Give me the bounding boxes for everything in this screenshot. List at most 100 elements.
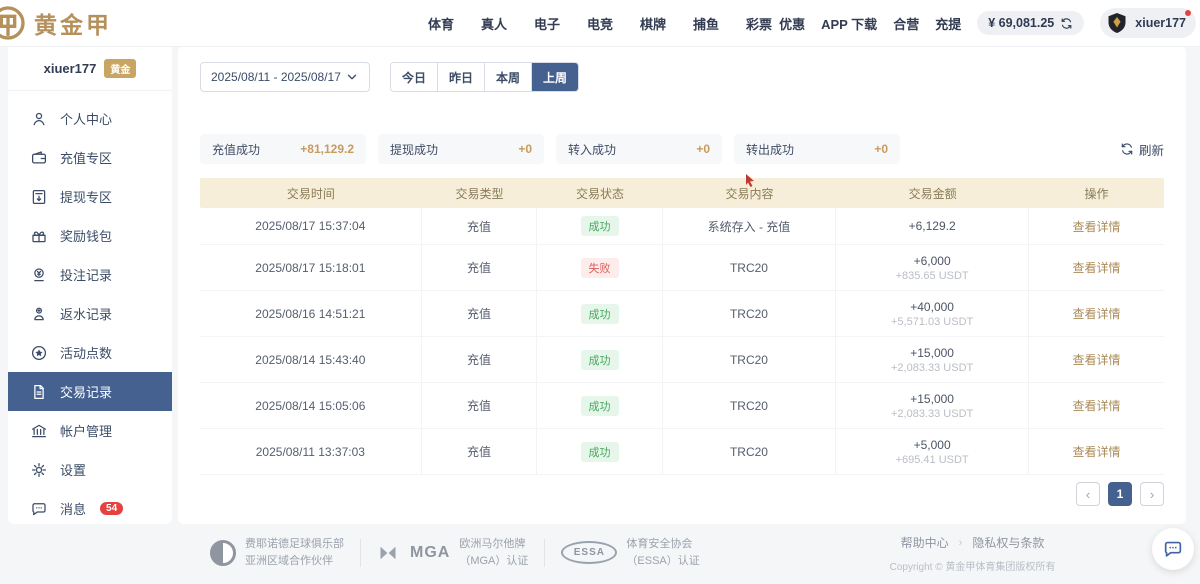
cell-status: 成功 <box>537 337 662 382</box>
view-details-link[interactable]: 查看详情 <box>1072 305 1120 322</box>
certification-text: 欧洲马尔他牌（MGA）认证 <box>459 536 528 569</box>
nav-item[interactable]: 棋牌 <box>640 14 666 33</box>
cell-type: 充值 <box>422 429 538 474</box>
tab-本周[interactable]: 本周 <box>485 63 532 91</box>
nav-item[interactable]: 电竞 <box>587 14 613 33</box>
divider <box>544 539 545 567</box>
summary-card: 转入成功+0 <box>556 134 722 164</box>
view-details-link[interactable]: 查看详情 <box>1072 218 1120 235</box>
divider <box>360 539 361 567</box>
view-details-link[interactable]: 查看详情 <box>1072 351 1120 368</box>
mouse-cursor <box>745 174 755 188</box>
cell-type: 充值 <box>422 245 538 290</box>
cell-action: 查看详情 <box>1029 291 1164 336</box>
nav-item[interactable]: 体育 <box>428 14 454 33</box>
tab-上周[interactable]: 上周 <box>532 63 578 91</box>
main-nav: 体育 真人 电子 电竞 棋牌 捕鱼 彩票 <box>428 0 772 46</box>
cell-amount: +5,000+695.41 USDT <box>836 429 1029 474</box>
quick-link[interactable]: 优惠 <box>779 14 805 33</box>
sidebar-item-label: 充值专区 <box>60 148 112 167</box>
sidebar-item-messages[interactable]: 消息54 <box>8 489 172 528</box>
view-details-link[interactable]: 查看详情 <box>1072 443 1120 460</box>
certification-item: 费耶诺德足球俱乐部亚洲区域合作伙伴 <box>210 536 344 569</box>
sidebar-item-profile[interactable]: 个人中心 <box>8 99 172 138</box>
amount-usdt: +2,083.33 USDT <box>891 408 973 420</box>
cell-type: 充值 <box>422 208 538 244</box>
chevron-right-icon: › <box>959 537 963 549</box>
quick-link[interactable]: APP 下载 <box>821 14 877 33</box>
essa-logo: ESSA <box>561 541 617 564</box>
sidebar-item-withdraw[interactable]: 提现专区 <box>8 177 172 216</box>
certification-item: ESSA 体育安全协会（ESSA）认证 <box>561 536 699 569</box>
vip-level-badge: 黄金 <box>104 59 136 78</box>
cell-status: 成功 <box>537 383 662 428</box>
summary-value: +0 <box>696 142 710 156</box>
main-content: 2025/08/11 - 2025/08/17 今日昨日本周上周 充值成功+81… <box>178 46 1186 524</box>
transaction-icon <box>30 383 48 401</box>
help-center-link[interactable]: 帮助中心 <box>901 534 949 551</box>
sidebar-username: xiuer177 <box>44 61 97 76</box>
table-row: 2025/08/17 15:37:04充值成功系统存入 - 充值+6,129.2… <box>200 208 1164 245</box>
status-badge: 成功 <box>581 442 619 462</box>
tab-昨日[interactable]: 昨日 <box>438 63 485 91</box>
refresh-balance-icon[interactable] <box>1060 17 1073 30</box>
nav-item[interactable]: 捕鱼 <box>693 14 719 33</box>
nav-item[interactable]: 真人 <box>481 14 507 33</box>
sidebar-item-deposit[interactable]: 充值专区 <box>8 138 172 177</box>
sidebar-item-transactions[interactable]: 交易记录 <box>8 372 172 411</box>
view-details-link[interactable]: 查看详情 <box>1072 259 1120 276</box>
view-details-link[interactable]: 查看详情 <box>1072 397 1120 414</box>
amount-main: +5,000 <box>914 438 951 452</box>
pagination: ‹ 1 › <box>1076 482 1164 506</box>
sidebar-item-label: 返水记录 <box>60 304 112 323</box>
privacy-terms-link[interactable]: 隐私权与条款 <box>972 534 1044 551</box>
next-page-button[interactable]: › <box>1140 482 1164 506</box>
date-range-picker[interactable]: 2025/08/11 - 2025/08/17 <box>200 62 370 92</box>
certification-item: MGA欧洲马尔他牌（MGA）认证 <box>377 536 528 569</box>
summary-label: 提现成功 <box>390 141 438 158</box>
chat-bubble-icon <box>1162 538 1184 560</box>
certification-text: 费耶诺德足球俱乐部亚洲区域合作伙伴 <box>245 536 344 569</box>
sidebar-item-activity-points[interactable]: 活动点数 <box>8 333 172 372</box>
quick-link[interactable]: 充提 <box>935 14 961 33</box>
cell-amount: +6,129.2 <box>836 208 1029 244</box>
certification-text: 体育安全协会（ESSA）认证 <box>626 536 699 569</box>
sidebar-item-bet-records[interactable]: 投注记录 <box>8 255 172 294</box>
balance-pill[interactable]: ¥ 69,081.25 <box>977 11 1084 35</box>
status-badge: 成功 <box>581 396 619 416</box>
table-row: 2025/08/11 13:37:03充值成功TRC20+5,000+695.4… <box>200 429 1164 475</box>
refresh-button[interactable]: 刷新 <box>1120 140 1164 159</box>
amount-main: +15,000 <box>910 346 954 360</box>
current-page[interactable]: 1 <box>1108 482 1132 506</box>
cell-status: 成功 <box>537 429 662 474</box>
live-chat-button[interactable] <box>1152 528 1194 570</box>
table-row: 2025/08/14 15:43:40充值成功TRC20+15,000+2,08… <box>200 337 1164 383</box>
period-tabs: 今日昨日本周上周 <box>390 62 579 92</box>
nav-item[interactable]: 彩票 <box>746 14 772 33</box>
cell-amount: +15,000+2,083.33 USDT <box>836 337 1029 382</box>
sidebar-item-label: 提现专区 <box>60 187 112 206</box>
quick-links: 优惠 APP 下载合营充提 <box>779 14 961 33</box>
message-count-badge: 54 <box>100 502 123 515</box>
user-menu[interactable]: xiuer177 <box>1100 8 1196 38</box>
nav-item[interactable]: 电子 <box>534 14 560 33</box>
site-logo[interactable]: 黄金甲 <box>0 3 112 43</box>
sidebar-item-account[interactable]: 帐户管理 <box>8 411 172 450</box>
date-range-value: 2025/08/11 - 2025/08/17 <box>211 70 341 84</box>
cell-amount: +6,000+835.65 USDT <box>836 245 1029 290</box>
cell-action: 查看详情 <box>1029 337 1164 382</box>
sidebar-item-rebate-records[interactable]: 返水记录 <box>8 294 172 333</box>
notification-dot <box>1185 10 1191 16</box>
balance-amount: ¥ 69,081.25 <box>988 16 1054 30</box>
tab-今日[interactable]: 今日 <box>391 63 438 91</box>
refresh-icon <box>1120 142 1134 156</box>
sidebar-item-label: 设置 <box>60 460 86 479</box>
sidebar-item-reward-wallet[interactable]: 奖励钱包 <box>8 216 172 255</box>
prev-page-button[interactable]: ‹ <box>1076 482 1100 506</box>
sidebar-item-settings[interactable]: 设置 <box>8 450 172 489</box>
quick-link[interactable]: 合营 <box>893 14 919 33</box>
cell-content: TRC20 <box>663 291 837 336</box>
cell-time: 2025/08/17 15:37:04 <box>200 208 422 244</box>
points-icon <box>30 344 48 362</box>
chevron-right-icon: › <box>1150 487 1154 502</box>
